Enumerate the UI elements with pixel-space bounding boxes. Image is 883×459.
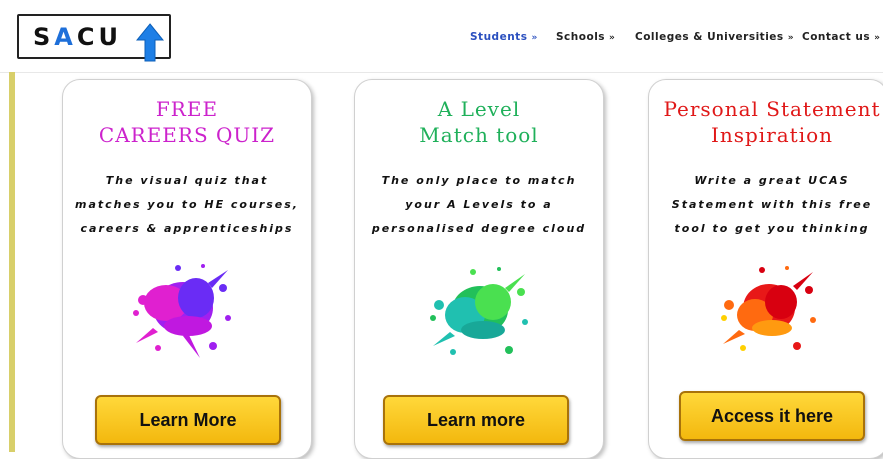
card-description: Write a great UCAS Statement with this fr… bbox=[671, 174, 873, 235]
learn-more-button[interactable]: Learn More bbox=[95, 395, 281, 445]
card-description: The visual quiz that matches you to HE co… bbox=[75, 174, 299, 235]
card-title: Personal Statement Inspiration bbox=[663, 97, 881, 147]
paint-splat-icon bbox=[430, 267, 528, 355]
sacu-logo[interactable]: SACU bbox=[17, 14, 171, 62]
nav-contact-us[interactable]: Contact us» bbox=[802, 31, 880, 43]
access-it-here-button[interactable]: Access it here bbox=[679, 391, 865, 441]
careers-quiz-card: FREE CAREERS QUIZ The visual quiz that mat… bbox=[62, 79, 312, 459]
paint-splat-icon bbox=[721, 266, 816, 351]
up-arrow-icon bbox=[136, 23, 164, 62]
accent-bar bbox=[9, 72, 15, 452]
card-title: FREE CAREERS QUIZ bbox=[98, 97, 276, 147]
site-header: SACU Students» Schools» Colleges & Unive… bbox=[0, 0, 883, 72]
logo-wordmark: SACU bbox=[33, 23, 122, 51]
nav-students[interactable]: Students» bbox=[470, 31, 538, 43]
card-description: The only place to match your A Levels to … bbox=[371, 174, 587, 235]
personal-statement-card: Personal Statement Inspiration Write a gr… bbox=[648, 79, 883, 459]
nav-schools[interactable]: Schools» bbox=[556, 31, 615, 43]
card-title: A Level Match tool bbox=[419, 97, 539, 147]
nav-colleges-universities[interactable]: Colleges & Universities» bbox=[635, 31, 794, 43]
header-divider bbox=[0, 72, 883, 73]
a-level-match-card: A Level Match tool The only place to matc… bbox=[354, 79, 604, 459]
learn-more-button[interactable]: Learn more bbox=[383, 395, 569, 445]
paint-splat-icon bbox=[133, 264, 231, 358]
